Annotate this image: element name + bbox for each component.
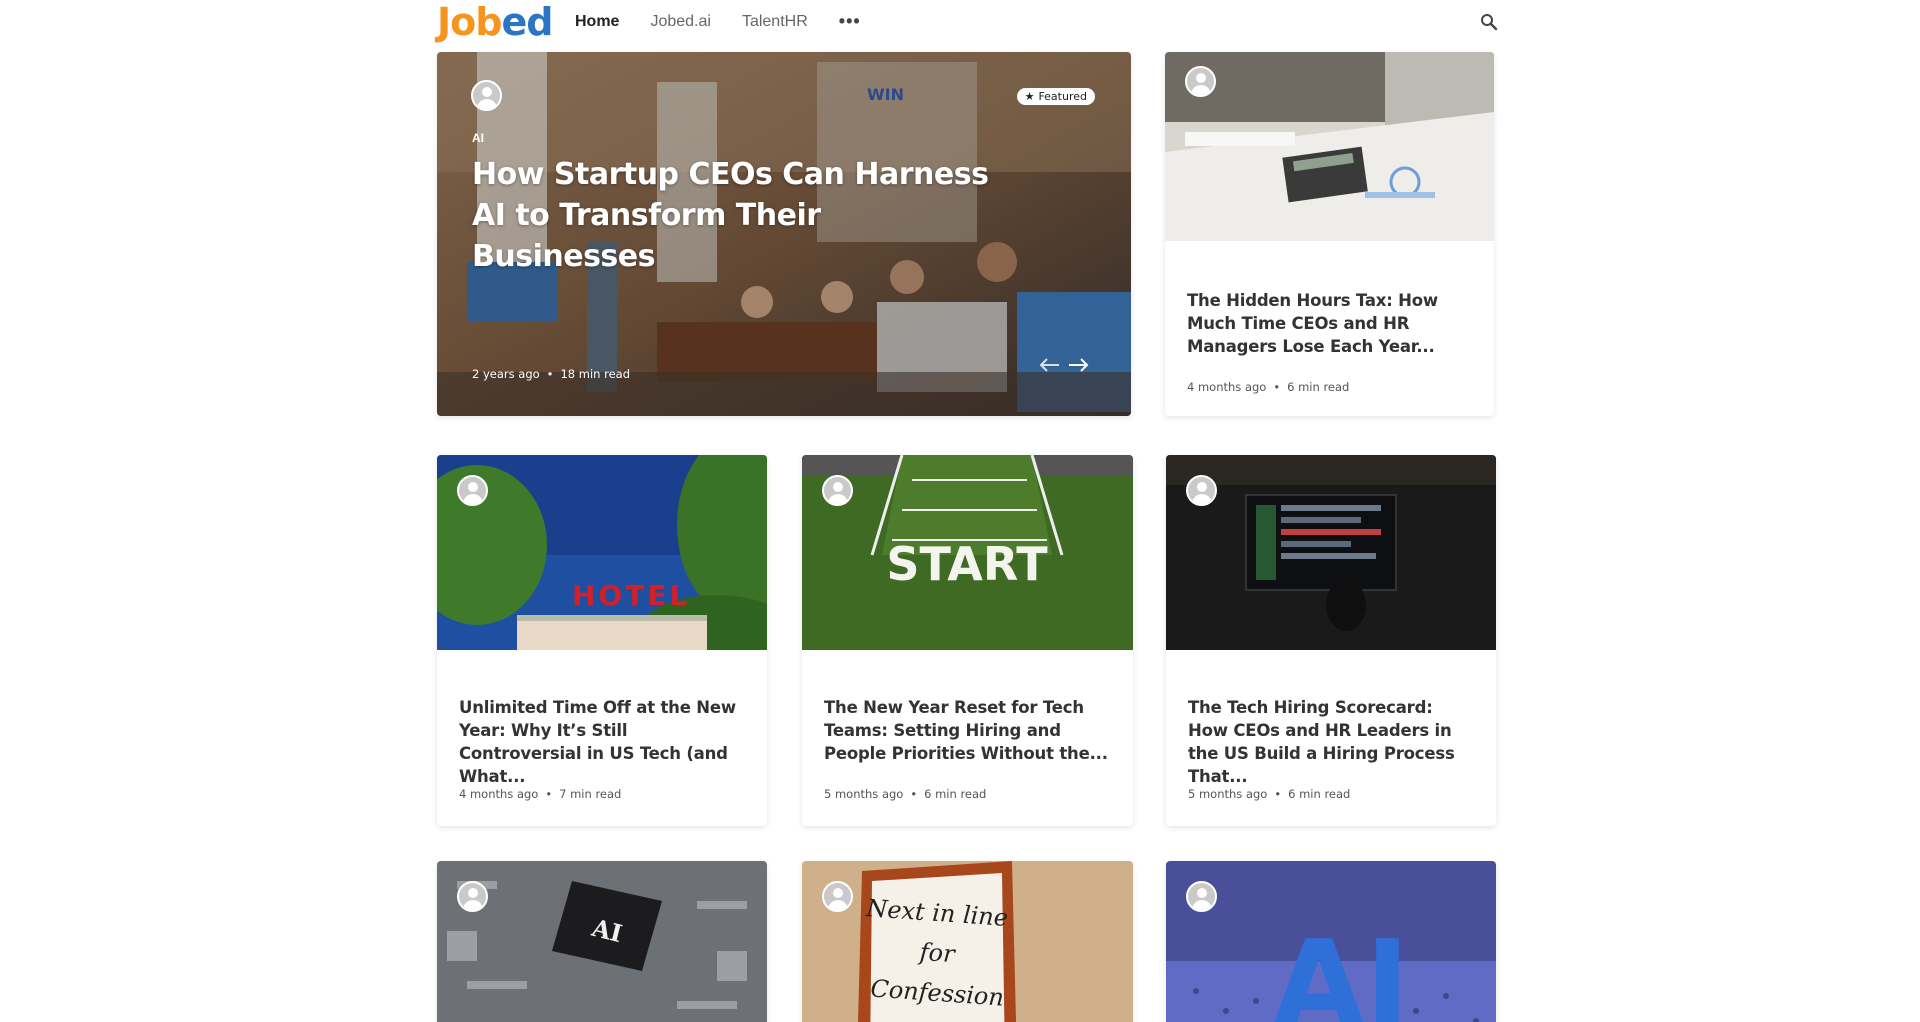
post-image-confession: Next in line for Confession: [802, 861, 1133, 1022]
featured-post-card[interactable]: WIN ★ Featured AI How Startup CEOs Can H…: [437, 52, 1131, 416]
post-time: 4 months ago: [459, 787, 539, 801]
post-card[interactable]: The Tech Hiring Scorecard: How CEOs and …: [1166, 455, 1496, 826]
post-meta: 5 months ago • 6 min read: [1188, 787, 1350, 801]
featured-time: 2 years ago: [472, 367, 540, 381]
post-meta: 4 months ago • 6 min read: [1187, 380, 1349, 394]
featured-read-time: 18 min read: [560, 367, 630, 381]
author-avatar[interactable]: [822, 475, 853, 506]
meta-separator: •: [1273, 380, 1281, 394]
featured-badge: ★ Featured: [1016, 88, 1095, 105]
more-menu-icon[interactable]: •••: [839, 12, 861, 31]
logo-part2: ed: [501, 0, 553, 44]
author-avatar[interactable]: [1186, 475, 1217, 506]
meta-separator: •: [910, 787, 918, 801]
nav-home[interactable]: Home: [575, 13, 619, 31]
meta-separator: •: [1274, 787, 1282, 801]
star-icon: ★: [1024, 90, 1035, 103]
post-time: 5 months ago: [1188, 787, 1268, 801]
featured-title[interactable]: How Startup CEOs Can Harness AI to Trans…: [472, 154, 992, 277]
nav-jobed-ai[interactable]: Jobed.ai: [650, 13, 711, 31]
post-card[interactable]: Next in line for Confession: [802, 861, 1133, 1022]
hotel-sign-text: HOTEL: [572, 579, 690, 612]
post-time: 4 months ago: [1187, 380, 1267, 394]
arrow-right-icon[interactable]: [1067, 357, 1091, 373]
post-read-time: 6 min read: [1287, 380, 1350, 394]
arrow-left-icon[interactable]: [1037, 357, 1061, 373]
win-sign-text: WIN: [867, 85, 904, 104]
confession-line2: for: [917, 938, 957, 969]
post-meta: 5 months ago • 6 min read: [824, 787, 986, 801]
nav-talenthr[interactable]: TalentHR: [742, 13, 808, 31]
author-avatar[interactable]: [822, 881, 853, 912]
author-avatar[interactable]: [457, 881, 488, 912]
featured-tag[interactable]: AI: [472, 131, 484, 145]
post-title[interactable]: The Hidden Hours Tax: How Much Time CEOs…: [1187, 289, 1472, 358]
logo-part1: Job: [437, 0, 502, 44]
post-title[interactable]: The Tech Hiring Scorecard: How CEOs and …: [1188, 696, 1474, 788]
meta-separator: •: [545, 787, 553, 801]
post-title[interactable]: Unlimited Time Off at the New Year: Why …: [459, 696, 745, 788]
featured-meta: 2 years ago • 18 min read: [472, 367, 630, 381]
post-read-time: 6 min read: [924, 787, 987, 801]
author-avatar[interactable]: [457, 475, 488, 506]
post-card[interactable]: AI: [1166, 861, 1496, 1022]
post-card[interactable]: HOTEL Unlimited Time Off at the New Year…: [437, 455, 767, 826]
ai-large-text: AI: [1272, 916, 1410, 1022]
start-text: START: [886, 537, 1048, 591]
site-header: Jobed Home Jobed.ai TalentHR •••: [437, 0, 1498, 52]
meta-separator: •: [546, 367, 554, 381]
post-image-ai-blue: AI: [1166, 861, 1496, 1022]
post-card[interactable]: AI: [437, 861, 767, 1022]
jobed-logo[interactable]: Jobed: [437, 0, 553, 44]
author-avatar[interactable]: [1186, 881, 1217, 912]
featured-badge-label: Featured: [1038, 90, 1087, 103]
post-image-ai-chip: AI: [437, 861, 767, 1022]
post-title[interactable]: The New Year Reset for Tech Teams: Setti…: [824, 696, 1111, 765]
page-container: Jobed Home Jobed.ai TalentHR ••• WIN ★ F…: [437, 0, 1498, 1022]
post-card[interactable]: START The New Year Reset for Tech Teams:…: [802, 455, 1133, 826]
post-time: 5 months ago: [824, 787, 904, 801]
author-avatar[interactable]: [471, 80, 502, 111]
post-card[interactable]: The Hidden Hours Tax: How Much Time CEOs…: [1165, 52, 1494, 416]
post-read-time: 7 min read: [559, 787, 622, 801]
post-read-time: 6 min read: [1288, 787, 1351, 801]
main-nav: Home Jobed.ai TalentHR •••: [575, 12, 861, 31]
search-icon[interactable]: [1480, 13, 1498, 31]
author-avatar[interactable]: [1185, 66, 1216, 97]
post-meta: 4 months ago • 7 min read: [459, 787, 621, 801]
